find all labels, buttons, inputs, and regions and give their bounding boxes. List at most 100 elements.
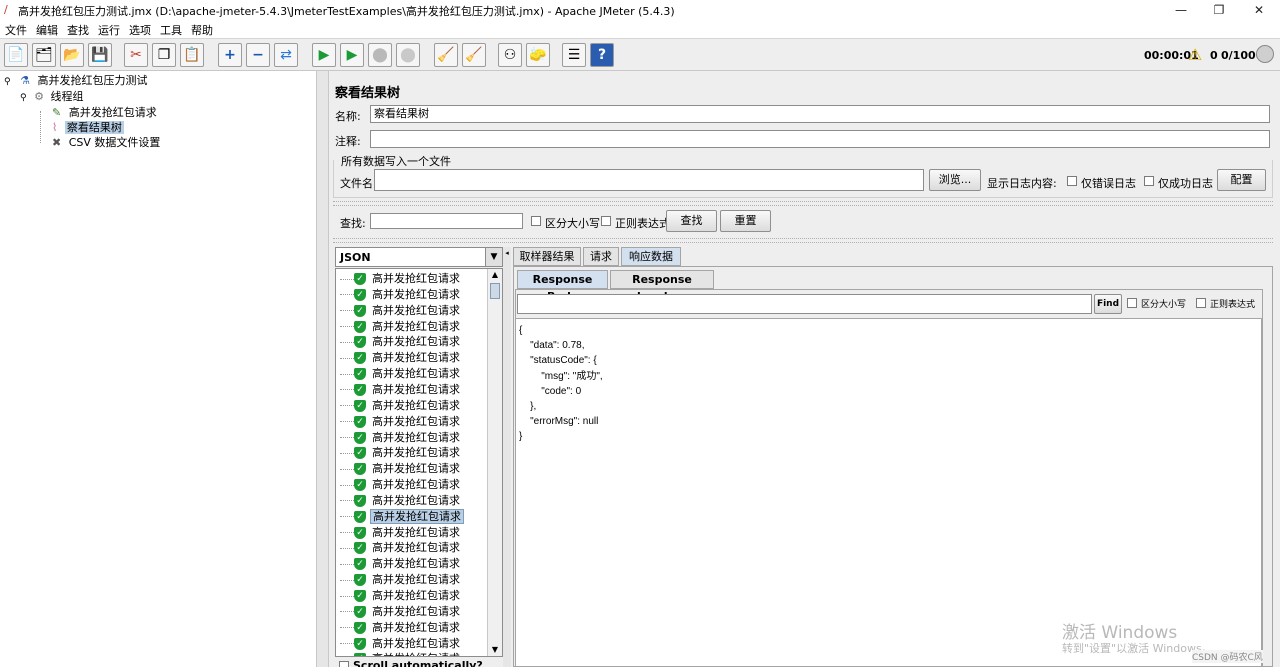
list-item[interactable]: ✓ 高并发抢红包请求: [336, 650, 462, 656]
expand-icon[interactable]: +: [218, 43, 242, 67]
menu-search[interactable]: 查找: [67, 22, 89, 38]
response-case-checkbox[interactable]: [1127, 298, 1137, 308]
collapse-icon[interactable]: −: [246, 43, 270, 67]
splitter-arrow-icon[interactable]: ◂: [503, 249, 511, 257]
paste-icon[interactable]: 📋: [180, 43, 204, 67]
copy-icon[interactable]: ❐: [152, 43, 176, 67]
list-item[interactable]: ✓ 高并发抢红包请求: [336, 619, 462, 634]
close-button[interactable]: ✕: [1242, 0, 1276, 20]
renderer-select[interactable]: JSON ▼: [335, 247, 503, 267]
errors-only-checkbox[interactable]: [1067, 176, 1077, 186]
tree-node-view-results-tree[interactable]: ⌇ 察看结果树: [52, 120, 124, 136]
menu-run[interactable]: 运行: [98, 22, 120, 38]
pipette-icon: ✎: [52, 106, 62, 119]
tree-node-http-request[interactable]: ✎ 高并发抢红包请求: [52, 105, 157, 121]
subtab-response-body[interactable]: Response Body: [517, 270, 608, 303]
reset-button[interactable]: 重置: [720, 210, 771, 232]
tree-node-thread-group[interactable]: ⚲ ⚙ 线程组: [20, 89, 83, 105]
tab-request[interactable]: 请求: [583, 247, 619, 266]
success-only-checkbox[interactable]: [1144, 176, 1154, 186]
browse-button[interactable]: 浏览...: [929, 169, 981, 191]
list-item[interactable]: ✓ 高并发抢红包请求: [336, 365, 462, 381]
list-item[interactable]: ✓ 高并发抢红包请求: [336, 571, 462, 587]
new-icon[interactable]: 📄: [4, 43, 28, 67]
list-item[interactable]: ✓ 高并发抢红包请求: [336, 349, 462, 365]
list-item[interactable]: ✓ 高并发抢红包请求: [336, 429, 462, 444]
results-scrollbar[interactable]: ▲ ▼: [487, 269, 502, 656]
scroll-up-icon[interactable]: ▲: [488, 269, 502, 281]
list-item[interactable]: ✓ 高并发抢红包请求: [336, 413, 462, 428]
open-icon[interactable]: 📂: [60, 43, 84, 67]
list-item[interactable]: ✓ 高并发抢红包请求: [336, 333, 462, 349]
start-icon[interactable]: ▶: [312, 43, 336, 67]
stop-icon[interactable]: ⬤: [368, 43, 392, 67]
list-item-label: 高并发抢红包请求: [372, 382, 460, 396]
tree-node-csv-config[interactable]: ✖ CSV 数据文件设置: [52, 135, 160, 151]
help-icon[interactable]: ?: [590, 43, 614, 67]
list-item[interactable]: ✓ 高并发抢红包请求: [336, 381, 462, 396]
comment-field[interactable]: [370, 130, 1270, 148]
clear-icon[interactable]: 🧹: [434, 43, 458, 67]
list-item[interactable]: ✓ 高并发抢红包请求: [336, 555, 462, 571]
list-item[interactable]: ✓ 高并发抢红包请求: [336, 635, 462, 650]
response-find-input[interactable]: [517, 294, 1092, 314]
response-find-button[interactable]: Find: [1094, 294, 1122, 314]
start-no-pauses-icon[interactable]: ▶: [340, 43, 364, 67]
list-item[interactable]: ✓ 高并发抢红包请求: [336, 460, 462, 476]
chevron-down-icon[interactable]: ▼: [485, 248, 502, 266]
list-item[interactable]: ✓ 高并发抢红包请求: [336, 539, 462, 555]
list-item[interactable]: ✓ 高并发抢红包请求: [336, 492, 462, 507]
main-splitter[interactable]: [317, 71, 329, 667]
response-body-text[interactable]: { "data": 0.78, "statusCode": { "msg": "…: [515, 318, 1262, 667]
list-item[interactable]: ✓ 高并发抢红包请求: [336, 286, 462, 301]
tree-expand-icon[interactable]: ⚲: [4, 77, 11, 87]
save-icon[interactable]: 💾: [88, 43, 112, 67]
templates-icon[interactable]: 🗂: [32, 43, 56, 67]
tab-sampler-result[interactable]: 取样器结果: [513, 247, 581, 266]
scroll-down-icon[interactable]: ▼: [488, 644, 502, 656]
remote-status-icon[interactable]: [1256, 45, 1274, 63]
menu-options[interactable]: 选项: [129, 22, 151, 38]
scrollbar-thumb[interactable]: [490, 283, 500, 299]
list-item[interactable]: ✓ 高并发抢红包请求: [336, 508, 464, 524]
clear-all-icon[interactable]: 🧹: [462, 43, 486, 67]
name-field[interactable]: 察看结果树: [370, 105, 1270, 123]
search-input[interactable]: [370, 213, 523, 229]
success-shield-icon: ✓: [354, 574, 366, 587]
menu-file[interactable]: 文件: [5, 22, 27, 38]
search-regex-checkbox[interactable]: [601, 216, 611, 226]
list-item[interactable]: ✓ 高并发抢红包请求: [336, 476, 462, 492]
search-case-checkbox[interactable]: [531, 216, 541, 226]
find-button[interactable]: 查找: [666, 210, 717, 232]
shutdown-icon[interactable]: ⬤: [396, 43, 420, 67]
list-item[interactable]: ✓ 高并发抢红包请求: [336, 587, 462, 602]
toggle-icon[interactable]: ⇄: [274, 43, 298, 67]
reset-search-icon[interactable]: 🧽: [526, 43, 550, 67]
list-item[interactable]: ✓ 高并发抢红包请求: [336, 397, 462, 412]
menu-edit[interactable]: 编辑: [36, 22, 58, 38]
function-helper-icon[interactable]: ☰: [562, 43, 586, 67]
subtab-response-headers[interactable]: Response headers: [610, 270, 714, 303]
tree-node-test-plan[interactable]: ⚲ ⚗ 高并发抢红包压力测试: [4, 73, 147, 89]
filename-input[interactable]: [374, 169, 924, 191]
list-item[interactable]: ✓ 高并发抢红包请求: [336, 524, 462, 539]
results-list[interactable]: ✓ 高并发抢红包请求 ✓ 高并发抢红包请求 ✓ 高并发抢红包请求 ✓ 高并发抢红包请求 ✓ 高并发…: [335, 268, 503, 657]
list-item[interactable]: ✓ 高并发抢红包请求: [336, 302, 462, 317]
cut-icon[interactable]: ✂: [124, 43, 148, 67]
tab-response-data[interactable]: 响应数据: [621, 247, 681, 266]
result-splitter[interactable]: ◂: [503, 247, 511, 667]
list-item[interactable]: ✓ 高并发抢红包请求: [336, 270, 462, 285]
tree-expand-icon[interactable]: ⚲: [20, 93, 27, 103]
scroll-auto-checkbox[interactable]: [339, 661, 349, 667]
list-item[interactable]: ✓ 高并发抢红包请求: [336, 444, 462, 460]
tree-guide-line: [340, 310, 354, 312]
menu-tools[interactable]: 工具: [160, 22, 182, 38]
configure-button[interactable]: 配置: [1217, 169, 1266, 191]
list-item[interactable]: ✓ 高并发抢红包请求: [336, 318, 462, 333]
maximize-button[interactable]: ❐: [1202, 0, 1236, 20]
response-regex-checkbox[interactable]: [1196, 298, 1206, 308]
search-binoculars-icon[interactable]: ⚇: [498, 43, 522, 67]
menu-help[interactable]: 帮助: [191, 22, 213, 38]
list-item[interactable]: ✓ 高并发抢红包请求: [336, 603, 462, 618]
minimize-button[interactable]: —: [1164, 0, 1198, 20]
